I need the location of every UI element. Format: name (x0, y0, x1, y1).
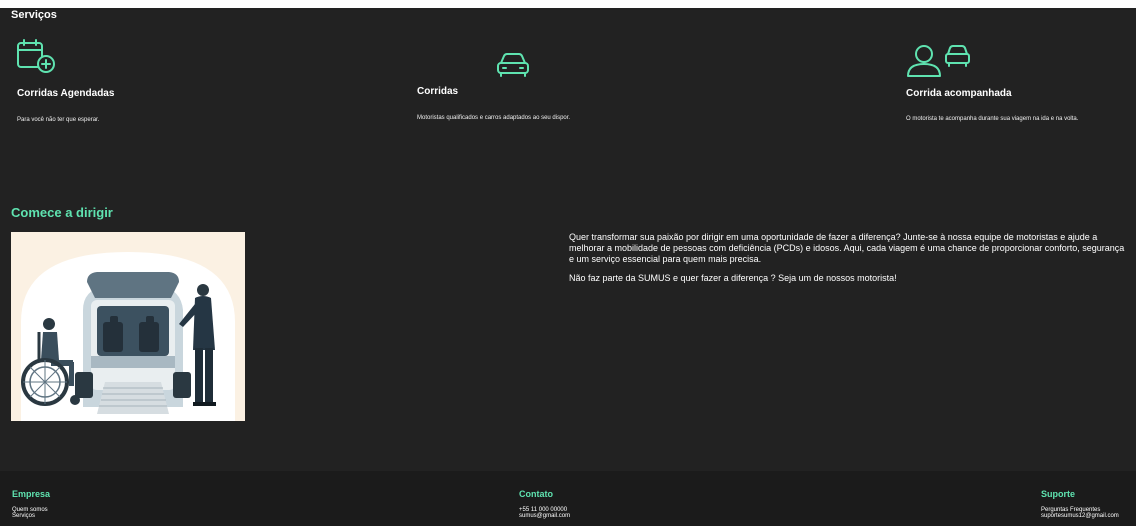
footer-link-servicos[interactable]: Serviços (12, 513, 50, 519)
footer-contato: Contato +55 11 000 00000 sumus@gmail.com (519, 489, 570, 519)
service-title: Corrida acompanhada (906, 88, 1012, 99)
service-card-accompanied: Corrida acompanhada O motorista te acomp… (760, 0, 1136, 150)
person-car-icon (906, 42, 972, 83)
footer-support-email[interactable]: suportesumus12@gmail.com (1041, 513, 1119, 519)
service-title: Corridas Agendadas (17, 88, 115, 99)
footer-suporte: Suporte Perguntas Frequentes suportesumu… (1041, 489, 1119, 519)
service-card-scheduled: Corridas Agendadas Para você não ter que… (0, 0, 380, 150)
service-title: Corridas (417, 86, 459, 97)
drive-cta-paragraph: Não faz parte da SUMUS e quer fazer a di… (569, 273, 897, 283)
drive-section-title: Comece a dirigir (11, 205, 113, 220)
service-description: O motorista te acompanha durante sua via… (906, 116, 1079, 122)
footer-empresa: Empresa Quem somos Serviços (12, 489, 50, 519)
service-description: Motoristas qualificados e carros adaptad… (417, 115, 571, 121)
service-description: Para você não ter que esperar. (17, 117, 100, 123)
drive-paragraph: Quer transformar sua paixão por dirigir … (569, 232, 1125, 264)
calendar-plus-icon (16, 38, 58, 79)
footer-contato-title: Contato (519, 489, 553, 499)
car-icon (495, 52, 531, 83)
footer-email[interactable]: sumus@gmail.com (519, 513, 570, 519)
service-card-rides: Corridas Motoristas qualificados e carro… (380, 0, 760, 150)
driver-wheelchair-illustration (11, 232, 245, 421)
drive-section-text: Quer transformar sua paixão por dirigir … (569, 232, 1129, 292)
footer: Empresa Quem somos Serviços Contato +55 … (0, 471, 1136, 526)
footer-empresa-title: Empresa (12, 489, 51, 499)
footer-suporte-title: Suporte (1041, 489, 1076, 499)
